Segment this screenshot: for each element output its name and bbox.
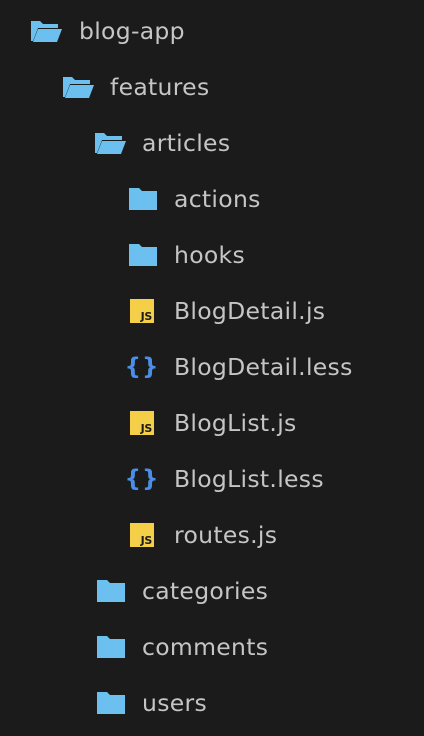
js-badge-text: JS xyxy=(140,422,153,435)
folder-open-icon xyxy=(61,74,95,100)
js-badge-text: JS xyxy=(140,310,153,323)
folder-icon xyxy=(94,578,128,604)
folder-icon xyxy=(94,634,128,660)
tree-item-label: actions xyxy=(174,185,261,213)
tree-item-comments[interactable]: comments xyxy=(0,619,424,675)
tree-item-bloglist-less[interactable]: {} BlogList.less xyxy=(0,451,424,507)
tree-item-categories[interactable]: categories xyxy=(0,563,424,619)
tree-item-features[interactable]: features xyxy=(0,59,424,115)
file-tree: blog-app features articles actions hooks… xyxy=(0,0,424,736)
tree-item-bloglist-js[interactable]: JS BlogList.js xyxy=(0,395,424,451)
less-file-icon: {} xyxy=(125,466,159,492)
less-file-icon: {} xyxy=(125,354,159,380)
tree-item-blogdetail-less[interactable]: {} BlogDetail.less xyxy=(0,339,424,395)
tree-item-routes-js[interactable]: JS routes.js xyxy=(0,507,424,563)
js-file-icon: JS xyxy=(125,298,159,324)
braces-glyph: {} xyxy=(124,353,160,380)
tree-item-users[interactable]: users xyxy=(0,675,424,731)
tree-item-label: hooks xyxy=(174,241,246,269)
tree-item-label: BlogList.less xyxy=(174,465,324,493)
tree-item-blogdetail-js[interactable]: JS BlogDetail.js xyxy=(0,283,424,339)
folder-icon xyxy=(126,186,160,212)
js-badge-text: JS xyxy=(140,534,153,547)
tree-item-label: features xyxy=(110,73,210,101)
folder-icon xyxy=(126,242,160,268)
tree-item-label: BlogDetail.less xyxy=(174,353,353,381)
folder-open-icon xyxy=(93,130,127,156)
folder-open-icon xyxy=(29,18,63,44)
braces-glyph: {} xyxy=(124,465,160,492)
tree-item-label: comments xyxy=(142,633,269,661)
js-file-icon: JS xyxy=(125,410,159,436)
tree-item-actions[interactable]: actions xyxy=(0,171,424,227)
tree-item-label: users xyxy=(142,689,208,717)
tree-item-hooks[interactable]: hooks xyxy=(0,227,424,283)
tree-item-blog-app[interactable]: blog-app xyxy=(0,3,424,59)
folder-icon xyxy=(94,690,128,716)
tree-item-label: BlogDetail.js xyxy=(174,297,326,325)
tree-item-label: BlogList.js xyxy=(174,409,297,437)
tree-item-label: blog-app xyxy=(79,17,185,45)
tree-item-label: categories xyxy=(142,577,269,605)
tree-item-label: routes.js xyxy=(174,521,278,549)
tree-item-label: articles xyxy=(142,129,231,157)
js-file-icon: JS xyxy=(125,522,159,548)
tree-item-articles[interactable]: articles xyxy=(0,115,424,171)
